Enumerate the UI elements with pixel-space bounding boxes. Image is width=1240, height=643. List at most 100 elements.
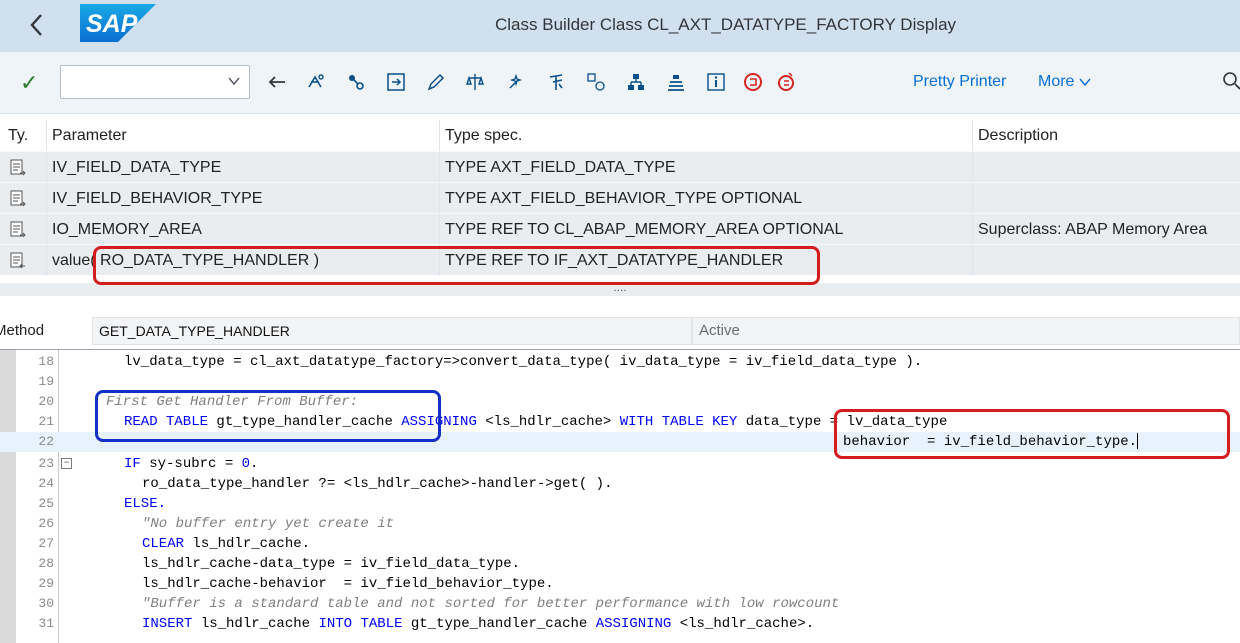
- enter-check-icon[interactable]: ✓: [20, 70, 38, 96]
- application-toolbar: ✓ Pretty Printer More: [0, 52, 1240, 114]
- more-label: More: [1038, 73, 1075, 90]
- method-label: Method: [0, 322, 45, 339]
- other-object-icon[interactable]: [305, 71, 327, 93]
- header-ty: Ty.: [0, 120, 47, 151]
- comment-text: "Buffer is a standard table and not sort…: [142, 596, 840, 612]
- header-description: Description: [978, 127, 1059, 144]
- returning-param-icon: [10, 252, 25, 269]
- back-arrow-icon[interactable]: [266, 71, 288, 93]
- parameter-cell: IV_FIELD_BEHAVIOR_TYPE: [47, 183, 440, 214]
- code-text: ELSE.: [124, 496, 167, 512]
- code-line[interactable]: 27 CLEAR ls_hdlr_cache.: [0, 534, 1240, 554]
- ty-cell: [0, 214, 47, 245]
- search-icon[interactable]: [1222, 71, 1240, 93]
- importing-param-icon: [10, 159, 26, 176]
- comment-text: First Get Handler From Buffer:: [106, 394, 359, 410]
- code-line[interactable]: 28 ls_hdlr_cache-data_type = iv_field_da…: [0, 554, 1240, 574]
- code-text: behavior = iv_field_behavior_type.: [843, 433, 1139, 450]
- table-header-row: Ty. Parameter Type spec. Description: [0, 120, 1240, 151]
- description-cell: [973, 183, 1240, 214]
- splitter-handle[interactable]: ....: [0, 280, 1240, 296]
- code-line[interactable]: 19: [0, 372, 1240, 392]
- code-text: CLEAR ls_hdlr_cache.: [142, 536, 311, 552]
- type-cell: TYPE REF TO CL_ABAP_MEMORY_AREA OPTIONAL: [440, 214, 973, 245]
- line-number: 22: [38, 434, 54, 449]
- table-row[interactable]: value( RO_DATA_TYPE_HANDLER ) TYPE REF T…: [0, 244, 1240, 276]
- table-row[interactable]: IV_FIELD_BEHAVIOR_TYPE TYPE AXT_FIELD_BE…: [0, 182, 1240, 214]
- code-line[interactable]: 21 READ TABLE gt_type_handler_cache ASSI…: [0, 412, 1240, 432]
- code-line[interactable]: 29 ls_hdlr_cache-behavior = iv_field_beh…: [0, 574, 1240, 594]
- display-object-list-icon[interactable]: [385, 71, 407, 93]
- description-cell: [973, 152, 1240, 183]
- splitter-dots: ....: [613, 280, 627, 294]
- code-text: ls_hdlr_cache-behavior = iv_field_behavi…: [142, 576, 554, 592]
- method-bar: Method GET_DATA_TYPE_HANDLER Active: [0, 314, 1240, 348]
- code-text: ls_hdlr_cache-data_type = iv_field_data_…: [142, 556, 521, 572]
- line-number: 31: [38, 616, 54, 631]
- code-line[interactable]: 18 lv_data_type = cl_axt_datatype_factor…: [0, 352, 1240, 372]
- enhancement-icon[interactable]: [742, 71, 764, 93]
- where-used-icon[interactable]: [345, 71, 367, 93]
- code-line[interactable]: 24 ro_data_type_handler ?= <ls_hdlr_cach…: [0, 474, 1240, 494]
- sap-logo: SAP: [80, 4, 156, 42]
- line-number: 18: [38, 354, 54, 369]
- line-number: 21: [38, 414, 54, 429]
- code-line[interactable]: 30 "Buffer is a standard table and not s…: [0, 594, 1240, 614]
- line-number: 29: [38, 576, 54, 591]
- parameter-cell: IV_FIELD_DATA_TYPE: [47, 152, 440, 183]
- check-syntax-icon[interactable]: [464, 71, 486, 93]
- chevron-down-icon: [1079, 78, 1091, 86]
- table-row[interactable]: IO_MEMORY_AREA TYPE REF TO CL_ABAP_MEMOR…: [0, 213, 1240, 245]
- description-cell: [973, 245, 1240, 276]
- navigate-icon[interactable]: [585, 71, 607, 93]
- command-field[interactable]: [60, 65, 250, 99]
- ty-cell: [0, 152, 47, 183]
- code-text: READ TABLE gt_type_handler_cache ASSIGNI…: [124, 414, 948, 430]
- activate-icon[interactable]: [505, 71, 527, 93]
- test-icon[interactable]: [545, 71, 567, 93]
- header-type-spec: Type spec.: [440, 120, 973, 151]
- code-text: INSERT ls_hdlr_cache INTO TABLE gt_type_…: [142, 616, 815, 632]
- line-number: 23: [38, 456, 54, 471]
- enhancement-switch-icon[interactable]: [775, 71, 797, 93]
- outline-icon[interactable]: [665, 71, 687, 93]
- line-number: 26: [38, 516, 54, 531]
- table-row[interactable]: IV_FIELD_DATA_TYPE TYPE AXT_FIELD_DATA_T…: [0, 151, 1240, 183]
- method-name-field: GET_DATA_TYPE_HANDLER: [92, 317, 692, 345]
- parameter-cell: value( RO_DATA_TYPE_HANDLER ): [47, 245, 440, 276]
- back-chevron-icon[interactable]: [22, 10, 50, 40]
- code-line[interactable]: 26 "No buffer entry yet create it: [0, 514, 1240, 534]
- parameter-cell: IO_MEMORY_AREA: [47, 214, 440, 245]
- ty-cell: [0, 183, 47, 214]
- title-bar: SAP Class Builder Class CL_AXT_DATATYPE_…: [0, 0, 1240, 52]
- line-number: 28: [38, 556, 54, 571]
- method-status-field: Active: [692, 317, 1240, 345]
- importing-param-icon: [10, 190, 26, 207]
- ty-cell: [0, 245, 47, 276]
- code-line[interactable]: 31 INSERT ls_hdlr_cache INTO TABLE gt_ty…: [0, 614, 1240, 634]
- chevron-down-icon[interactable]: [227, 74, 241, 88]
- type-cell: TYPE AXT_FIELD_DATA_TYPE: [440, 152, 973, 183]
- window-title: Class Builder Class CL_AXT_DATATYPE_FACT…: [495, 15, 957, 34]
- type-cell: TYPE REF TO IF_AXT_DATATYPE_HANDLER: [440, 245, 973, 276]
- abap-code-editor[interactable]: 18 lv_data_type = cl_axt_datatype_factor…: [0, 349, 1240, 643]
- collapse-icon[interactable]: −: [61, 458, 72, 469]
- description-cell: Superclass: ABAP Memory Area: [978, 221, 1208, 238]
- line-number: 19: [38, 374, 54, 389]
- line-number: 27: [38, 536, 54, 551]
- type-cell: TYPE AXT_FIELD_BEHAVIOR_TYPE OPTIONAL: [440, 183, 973, 214]
- code-line[interactable]: 25 ELSE.: [0, 494, 1240, 514]
- code-line-current[interactable]: 22 behavior = iv_field_behavior_type.: [0, 432, 1240, 452]
- code-line[interactable]: 20 First Get Handler From Buffer:: [0, 392, 1240, 412]
- more-menu-button[interactable]: More: [1038, 73, 1091, 91]
- line-number: 24: [38, 476, 54, 491]
- pretty-printer-button[interactable]: Pretty Printer: [913, 73, 1006, 91]
- code-line[interactable]: 23 − IF sy-subrc = 0.: [0, 454, 1240, 474]
- header-parameter: Parameter: [47, 120, 440, 151]
- info-icon[interactable]: [705, 71, 727, 93]
- edit-pencil-icon[interactable]: [425, 71, 447, 93]
- comment-text: "No buffer entry yet create it: [142, 516, 395, 532]
- line-number: 25: [38, 496, 54, 511]
- hierarchy-icon[interactable]: [625, 71, 647, 93]
- line-number: 30: [38, 596, 54, 611]
